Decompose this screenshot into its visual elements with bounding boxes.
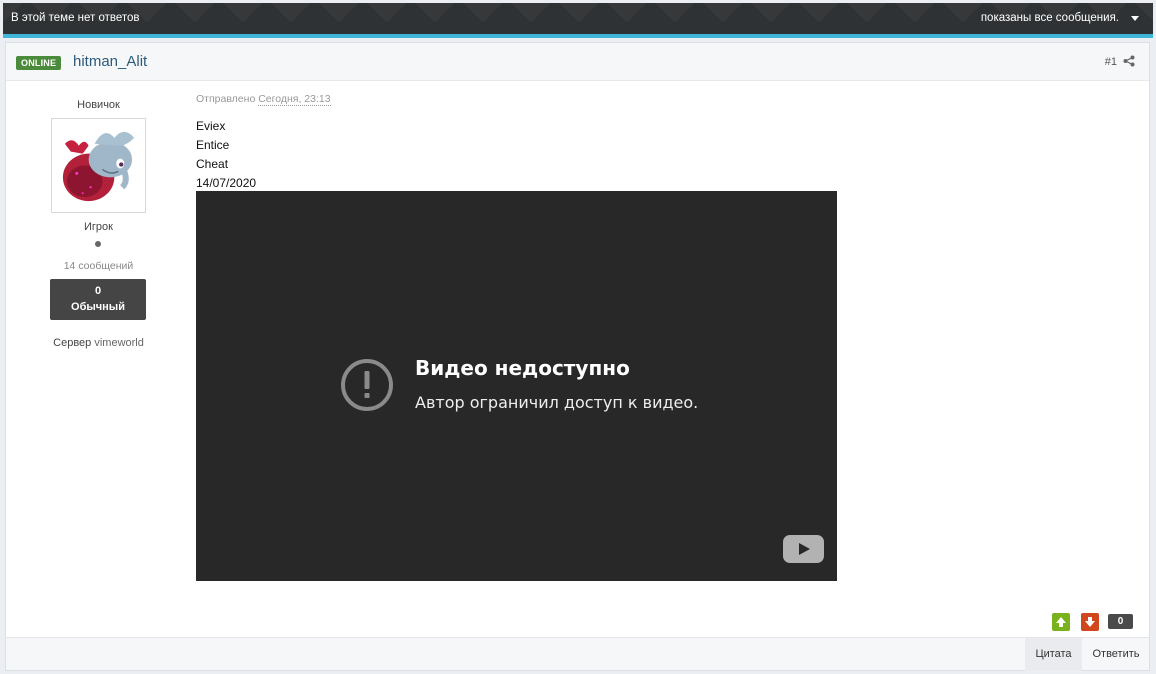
member-group: Игрок (84, 221, 113, 233)
rating-count: 0 (1108, 614, 1133, 629)
custom-field-server: Сервер vimeworld (6, 337, 191, 349)
topic-topbar: В этой теме нет ответов показаны все соо… (3, 3, 1153, 38)
vote-down-button[interactable] (1081, 613, 1099, 631)
video-error-title: Видео недоступно (415, 356, 630, 380)
chevron-down-icon (1131, 16, 1139, 21)
no-replies-text: В этой теме нет ответов (11, 12, 140, 24)
post-filter-dropdown[interactable]: показаны все сообщения. (981, 12, 1139, 24)
rank-title: Новичок (77, 99, 120, 111)
post-content: Eviex Entice Cheat 14/07/2020 (196, 117, 256, 193)
post-date[interactable]: Сегодня, 23:13 (258, 93, 331, 106)
rank-pip-icon (95, 241, 101, 247)
post-filter-label: показаны все сообщения. (980, 12, 1119, 24)
post-header: ONLINE hitman_Alit #1 (6, 43, 1149, 81)
post-line: Eviex (196, 119, 226, 133)
post-line: Cheat (196, 157, 229, 171)
forum-post: ONLINE hitman_Alit #1 Новичок Игрок 14 с… (5, 42, 1150, 671)
youtube-play-icon[interactable] (783, 535, 824, 563)
arrow-up-icon (1056, 617, 1066, 627)
avatar[interactable] (51, 118, 146, 213)
online-status-badge: ONLINE (16, 56, 62, 70)
reply-button[interactable]: Ответить (1083, 638, 1149, 671)
vote-up-button[interactable] (1052, 613, 1070, 631)
arrow-down-icon (1085, 617, 1095, 627)
avatar-image (55, 122, 142, 209)
post-count: 14 сообщений (63, 260, 134, 272)
reputation-label: Обычный (71, 301, 125, 313)
video-error-desc: Автор ограничил доступ к видео. (415, 393, 699, 412)
posted-prefix: Отправлено (196, 93, 256, 105)
post-number-link[interactable]: #1 (1105, 56, 1117, 68)
embedded-video[interactable]: Видео недоступно Автор ограничил доступ … (196, 191, 837, 581)
author-name-link[interactable]: hitman_Alit (73, 53, 147, 70)
exclamation-circle-icon (341, 359, 393, 411)
server-field-value: vimeworld (94, 337, 144, 349)
post-meta: Отправлено Сегодня, 23:13 (196, 93, 331, 106)
post-line: Entice (196, 138, 230, 152)
post-footer: Цитата Ответить (6, 637, 1149, 671)
reputation-badge: 0 Обычный (50, 279, 146, 320)
server-field-label: Сервер (53, 337, 92, 349)
reputation-value: 0 (94, 285, 102, 297)
quote-button[interactable]: Цитата (1025, 638, 1082, 671)
share-icon[interactable] (1123, 55, 1135, 67)
